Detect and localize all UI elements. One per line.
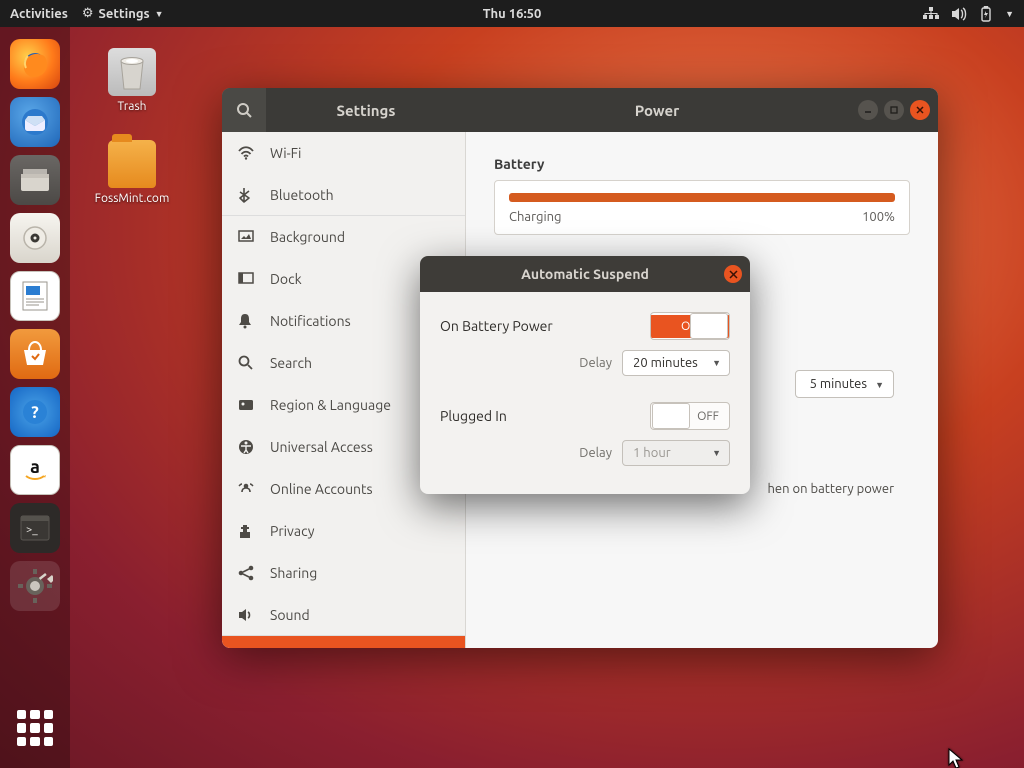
sidebar-item-label: Background: [270, 229, 345, 245]
network-icon[interactable]: [923, 7, 939, 21]
battery-percentage: 100%: [862, 210, 895, 224]
launcher-help[interactable]: ?: [10, 387, 60, 437]
blank-screen-select[interactable]: 5 minutes: [795, 370, 894, 398]
trash-icon: [108, 48, 156, 96]
dialog-title: Automatic Suspend: [521, 266, 649, 282]
svg-text:a: a: [30, 457, 40, 477]
volume-icon[interactable]: [951, 7, 967, 21]
chevron-down-icon: ▼: [155, 9, 164, 19]
close-button[interactable]: [910, 100, 930, 120]
plugged-delay-label: Delay: [579, 446, 612, 460]
search-button[interactable]: [222, 88, 266, 132]
dock-icon: [238, 272, 256, 286]
battery-delay-label: Delay: [579, 356, 612, 370]
sidebar-item-bluetooth[interactable]: Bluetooth: [222, 174, 465, 216]
sidebar-item-label: Bluetooth: [270, 187, 334, 203]
launcher-firefox[interactable]: [10, 39, 60, 89]
accessibility-icon: [238, 439, 256, 455]
sidebar-item-label: Search: [270, 355, 312, 371]
battery-card: Charging 100%: [494, 180, 910, 235]
sidebar-item-label: Online Accounts: [270, 481, 373, 497]
region-icon: [238, 399, 256, 411]
sidebar-item-label: Sound: [270, 607, 310, 623]
sidebar-item-sound[interactable]: Sound: [222, 594, 465, 636]
wifi-icon: [238, 146, 256, 160]
titlebar[interactable]: Settings Power: [222, 88, 938, 132]
svg-text:>_: >_: [26, 524, 38, 536]
online-accounts-icon: [238, 482, 256, 496]
launcher-amazon[interactable]: a: [10, 445, 60, 495]
sidebar-item-wifi[interactable]: Wi-Fi: [222, 132, 465, 174]
sidebar-item-label: Dock: [270, 271, 302, 287]
status-menu-chevron[interactable]: ▼: [1005, 9, 1014, 19]
background-icon: [238, 230, 256, 244]
suspend-label-partial[interactable]: hen on battery power: [768, 482, 895, 496]
automatic-suspend-dialog: Automatic Suspend On Battery Power ON De…: [420, 256, 750, 494]
privacy-icon: [238, 523, 256, 539]
folder-icon: [108, 140, 156, 188]
titlebar-subtitle: Settings: [266, 102, 466, 119]
sidebar-item-label: Universal Access: [270, 439, 373, 455]
sidebar-item-label: Notifications: [270, 313, 351, 329]
sidebar-item-label: Privacy: [270, 523, 314, 539]
mouse-cursor: [948, 748, 964, 768]
battery-progress: [509, 193, 895, 202]
battery-heading: Battery: [494, 156, 910, 172]
launcher-thunderbird[interactable]: [10, 97, 60, 147]
sidebar-item-power[interactable]: Power: [222, 636, 465, 648]
switch-knob: [652, 403, 690, 429]
clock[interactable]: Thu 16:50: [483, 7, 542, 21]
search-icon: [238, 355, 256, 370]
launcher-settings[interactable]: [10, 561, 60, 611]
desktop-icon-label: Trash: [92, 100, 172, 113]
on-battery-label: On Battery Power: [440, 318, 553, 334]
sidebar-item-sharing[interactable]: Sharing: [222, 552, 465, 594]
maximize-button[interactable]: [884, 100, 904, 120]
desktop-icon-folder[interactable]: FossMint.com: [92, 140, 172, 205]
sidebar-item-background[interactable]: Background: [222, 216, 465, 258]
top-bar: Activities ⚙ Settings ▼ Thu 16:50 ▼: [0, 0, 1024, 27]
launcher-writer[interactable]: [10, 271, 60, 321]
share-icon: [238, 565, 256, 581]
battery-delay-select[interactable]: 20 minutes: [622, 350, 730, 376]
launcher-software[interactable]: [10, 329, 60, 379]
minimize-button[interactable]: [858, 100, 878, 120]
battery-icon[interactable]: [979, 6, 993, 22]
gear-icon: ⚙: [82, 6, 94, 21]
desktop-icon-trash[interactable]: Trash: [92, 48, 172, 113]
battery-status: Charging: [509, 210, 562, 224]
bluetooth-icon: [238, 187, 256, 203]
launcher-rhythmbox[interactable]: [10, 213, 60, 263]
sidebar-item-privacy[interactable]: Privacy: [222, 510, 465, 552]
battery-switch[interactable]: ON: [650, 312, 730, 340]
dock: ? a >_: [0, 27, 70, 768]
plugged-switch[interactable]: OFF: [650, 402, 730, 430]
plugged-delay-select: 1 hour: [622, 440, 730, 466]
dialog-close-button[interactable]: [724, 265, 742, 283]
show-applications[interactable]: [17, 710, 53, 746]
plugged-in-label: Plugged In: [440, 408, 507, 424]
bell-icon: [238, 313, 256, 329]
sound-icon: [238, 608, 256, 622]
battery-progress-fill: [509, 193, 895, 202]
launcher-files[interactable]: [10, 155, 60, 205]
launcher-terminal[interactable]: >_: [10, 503, 60, 553]
desktop-icon-label: FossMint.com: [92, 192, 172, 205]
activities-button[interactable]: Activities: [10, 7, 68, 21]
app-menu[interactable]: ⚙ Settings ▼: [82, 6, 164, 21]
sidebar-item-label: Sharing: [270, 565, 317, 581]
switch-knob: [690, 313, 728, 339]
sidebar-item-label: Region & Language: [270, 397, 391, 413]
dialog-titlebar[interactable]: Automatic Suspend: [420, 256, 750, 292]
sidebar-item-label: Wi-Fi: [270, 145, 301, 161]
svg-text:?: ?: [31, 403, 39, 422]
